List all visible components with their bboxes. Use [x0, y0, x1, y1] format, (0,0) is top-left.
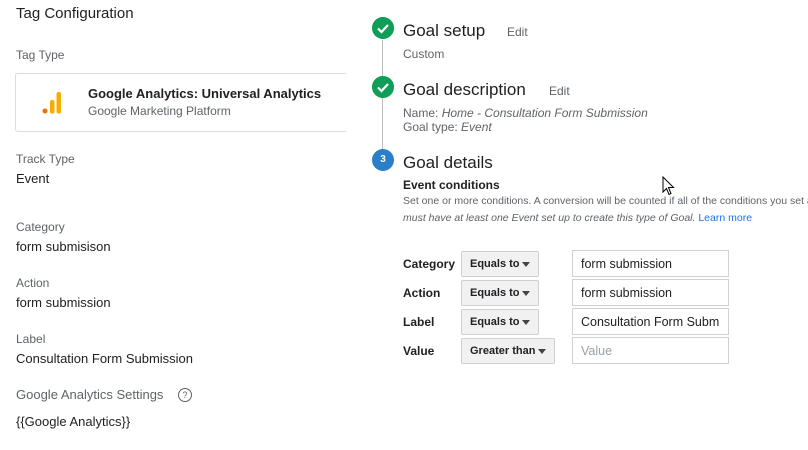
- goal-setup-title: Goal setup: [403, 21, 486, 40]
- action-label: Action: [16, 276, 50, 290]
- operator-select-label[interactable]: Equals to: [461, 309, 539, 335]
- learn-more-link[interactable]: Learn more: [698, 212, 752, 224]
- tag-configuration-title: Tag Configuration: [16, 5, 134, 22]
- ga-settings-label: Google Analytics Settings: [16, 387, 164, 402]
- operator-select-value[interactable]: Greater than: [461, 338, 555, 364]
- google-analytics-icon: [42, 92, 61, 114]
- tag-type-provider: Google Marketing Platform: [88, 104, 231, 118]
- operator-value: Equals to: [470, 287, 520, 299]
- condition-label-value: Value: [403, 344, 435, 358]
- check-circle-icon: [372, 17, 394, 39]
- event-conditions-description: Set one or more conditions. A conversion…: [403, 195, 808, 207]
- goal-name-line: Name: Home - Consultation Form Submissio…: [403, 106, 648, 120]
- category-label: Category: [16, 220, 65, 234]
- chevron-down-icon: [522, 291, 530, 296]
- goal-description-title: Goal description: [403, 80, 526, 99]
- goal-details-title: Goal details: [403, 153, 493, 172]
- action-value: form submission: [16, 295, 111, 310]
- chevron-down-icon: [522, 320, 530, 325]
- goal-name-value: Home - Consultation Form Submission: [441, 106, 648, 120]
- goal-type-line: Goal type: Event: [403, 120, 492, 134]
- operator-select-category[interactable]: Equals to: [461, 251, 539, 277]
- condition-value-input-label[interactable]: [572, 308, 729, 335]
- goal-setup-edit-link[interactable]: Edit: [507, 25, 528, 39]
- goal-type-label: Goal type:: [403, 120, 462, 134]
- goal-description-edit-link[interactable]: Edit: [549, 84, 570, 98]
- condition-label-label: Label: [403, 315, 435, 329]
- operator-value: Greater than: [470, 345, 536, 357]
- goal-type-value: Event: [461, 120, 492, 134]
- chevron-down-icon: [522, 262, 530, 267]
- step-number-badge: 3: [372, 149, 394, 171]
- condition-value-input-value[interactable]: [572, 337, 729, 364]
- operator-value: Equals to: [470, 316, 520, 328]
- step-connector-line: [382, 40, 383, 160]
- event-conditions-title: Event conditions: [403, 178, 500, 192]
- operator-value: Equals to: [470, 258, 520, 270]
- check-circle-icon: [372, 76, 394, 98]
- chevron-down-icon: [538, 349, 546, 354]
- label-value: Consultation Form Submission: [16, 351, 194, 366]
- tag-type-label: Tag Type: [16, 48, 65, 62]
- condition-value-input-action[interactable]: [572, 279, 729, 306]
- mouse-cursor-icon: [662, 176, 675, 196]
- ga-settings-value: {{Google Analytics}}: [16, 414, 131, 429]
- condition-label-action: Action: [403, 286, 441, 300]
- label-label: Label: [16, 332, 46, 346]
- condition-label-category: Category: [403, 257, 456, 271]
- operator-select-action[interactable]: Equals to: [461, 280, 539, 306]
- category-value: form submisison: [16, 239, 111, 254]
- goal-setup-value: Custom: [403, 47, 445, 61]
- event-conditions-note: must have at least one Event set up to c…: [403, 212, 752, 224]
- track-type-value: Event: [16, 171, 50, 186]
- goal-name-label: Name:: [403, 106, 442, 120]
- track-type-label: Track Type: [16, 152, 75, 166]
- condition-value-input-category[interactable]: [572, 250, 729, 277]
- help-icon[interactable]: ?: [178, 388, 192, 402]
- event-conditions-note-text: must have at least one Event set up to c…: [403, 212, 696, 224]
- tag-type-name: Google Analytics: Universal Analytics: [88, 86, 322, 101]
- tag-type-card[interactable]: Google Analytics: Universal Analytics Go…: [15, 73, 346, 132]
